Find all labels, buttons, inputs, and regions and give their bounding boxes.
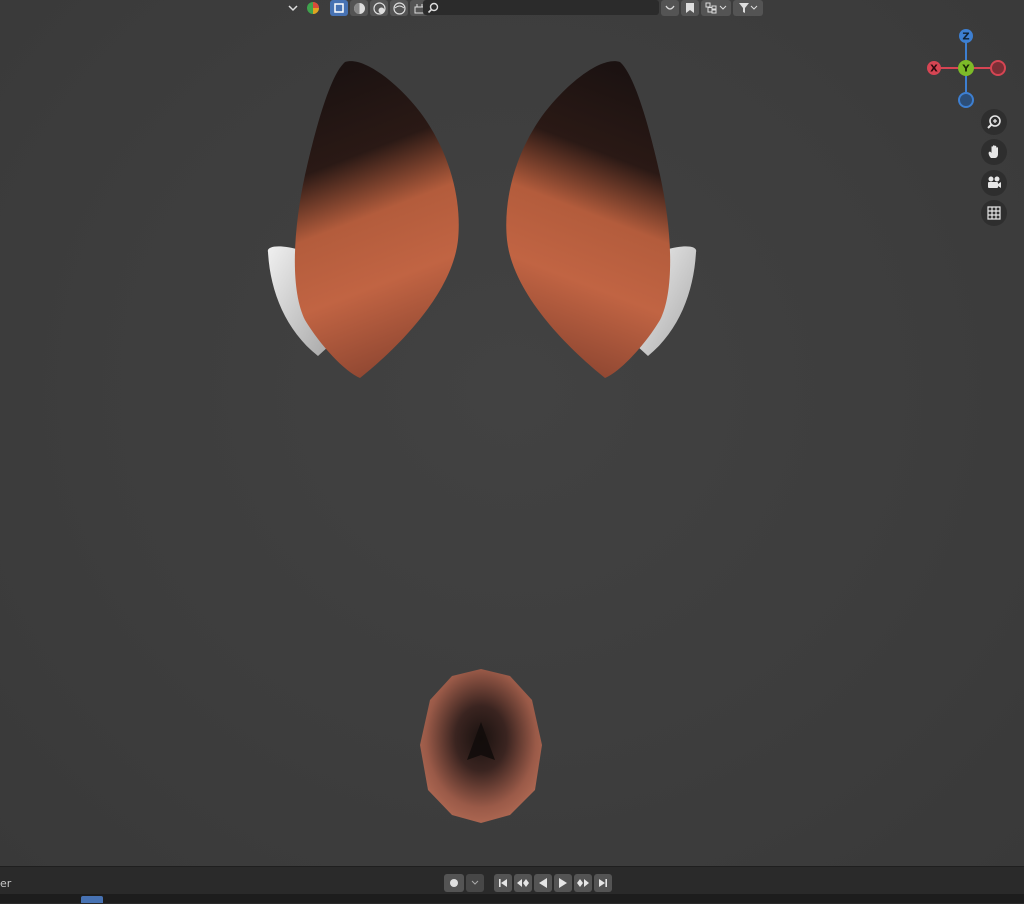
auto-keying-button[interactable]: [444, 874, 464, 892]
camera-icon: [988, 176, 1001, 188]
next-keyframe-icon: [577, 879, 589, 887]
keying-dropdown[interactable]: [466, 874, 484, 892]
gizmo-x[interactable]: X: [927, 61, 941, 75]
jump-end-icon: [599, 879, 607, 887]
right-ear-outer: [506, 61, 671, 379]
left-ear[interactable]: [267, 61, 459, 379]
zoom-icon: [987, 115, 1001, 129]
current-frame-marker[interactable]: [81, 896, 103, 903]
play-reverse-icon: [539, 878, 547, 888]
gizmo-neg-z[interactable]: [958, 92, 974, 108]
navigation-gizmo[interactable]: Z X Y: [924, 27, 1008, 111]
camera-view-button[interactable]: [981, 170, 1007, 196]
record-icon: [450, 879, 458, 887]
3d-viewport[interactable]: Z X Y: [0, 0, 1024, 866]
scene-canvas[interactable]: [0, 0, 1024, 866]
hand-icon: [988, 145, 998, 158]
jump-end-button[interactable]: [594, 874, 612, 892]
prev-keyframe-button[interactable]: [514, 874, 532, 892]
tail[interactable]: [420, 669, 542, 823]
play-reverse-button[interactable]: [534, 874, 552, 892]
pan-button[interactable]: [981, 139, 1007, 165]
gizmo-neg-x[interactable]: [990, 60, 1006, 76]
zoom-button[interactable]: [981, 109, 1007, 135]
left-ear-outer: [294, 61, 459, 379]
right-ear[interactable]: [506, 61, 697, 379]
next-keyframe-button[interactable]: [574, 874, 592, 892]
svg-text:Y: Y: [961, 64, 970, 75]
jump-start-icon: [499, 879, 507, 887]
play-icon: [559, 878, 567, 888]
timeline-scrubber[interactable]: [0, 894, 1024, 903]
grid-icon: [987, 206, 1001, 220]
prev-keyframe-icon: [517, 879, 529, 887]
chevron-down-icon: [471, 880, 479, 885]
timeline-menu-label[interactable]: er: [0, 877, 11, 890]
play-button[interactable]: [554, 874, 572, 892]
gizmo-z[interactable]: Z: [959, 29, 973, 43]
gizmo-y[interactable]: Y: [958, 60, 974, 76]
ortho-toggle-button[interactable]: [981, 200, 1007, 226]
svg-text:Z: Z: [962, 32, 969, 43]
playback-controls: [444, 874, 612, 892]
jump-start-button[interactable]: [494, 874, 512, 892]
svg-text:X: X: [930, 64, 938, 75]
